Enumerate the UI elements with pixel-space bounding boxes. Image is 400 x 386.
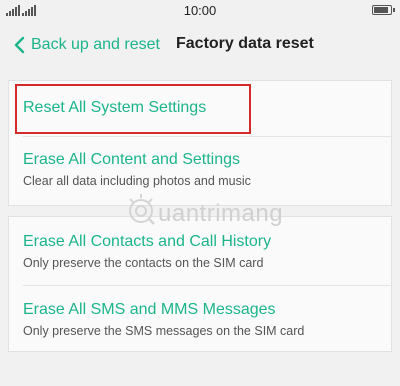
screen: 10:00 Back up and reset Factory data res…	[0, 0, 400, 386]
back-label: Back up and reset	[31, 36, 160, 53]
back-button[interactable]: Back up and reset	[12, 32, 160, 58]
divider	[23, 136, 391, 137]
reset-all-system-settings-item[interactable]: Reset All System Settings	[9, 99, 391, 117]
settings-group: Reset All System Settings Erase All Cont…	[8, 80, 392, 206]
erase-contacts-item[interactable]: Erase All Contacts and Call History Only…	[9, 233, 391, 270]
item-title: Reset All System Settings	[23, 99, 207, 116]
item-title: Erase All SMS and MMS Messages	[23, 301, 276, 318]
status-time: 10:00	[183, 3, 217, 18]
item-title: Erase All Content and Settings	[23, 151, 241, 168]
header: Back up and reset Factory data reset	[0, 22, 400, 68]
item-subtitle: Clear all data including photos and musi…	[23, 174, 251, 188]
item-subtitle: Only preserve the SMS messages on the SI…	[23, 324, 305, 338]
settings-group: Erase All Contacts and Call History Only…	[8, 216, 392, 352]
erase-sms-item[interactable]: Erase All SMS and MMS Messages Only pres…	[9, 301, 391, 338]
page-title: Factory data reset	[176, 35, 314, 52]
divider	[23, 285, 391, 286]
status-bar: 10:00	[0, 0, 400, 22]
item-subtitle: Only preserve the contacts on the SIM ca…	[23, 256, 264, 270]
chevron-left-icon	[14, 36, 25, 54]
battery-level	[374, 7, 388, 13]
battery-icon	[372, 5, 395, 15]
item-title: Erase All Contacts and Call History	[23, 233, 272, 250]
erase-all-content-item[interactable]: Erase All Content and Settings Clear all…	[9, 151, 391, 188]
